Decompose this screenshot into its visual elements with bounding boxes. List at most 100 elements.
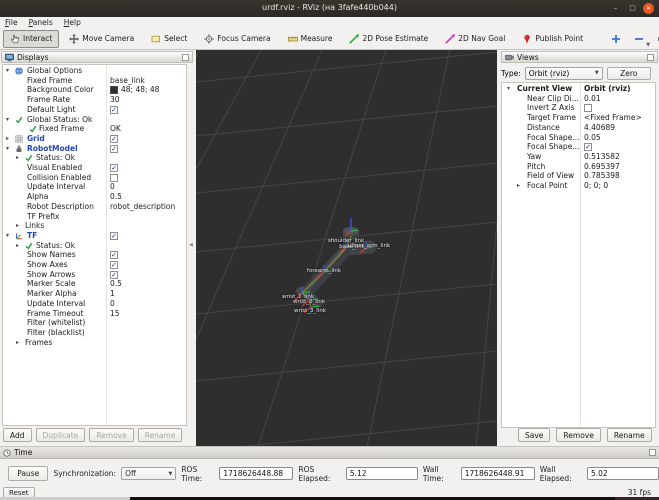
tree-row-filter-blacklist-[interactable]: Filter (blacklist) (3, 328, 186, 338)
property-value[interactable]: 0.5 (110, 279, 122, 289)
property-value[interactable]: Orbit (rviz) (584, 84, 631, 94)
expander-open-icon[interactable]: ▾ (6, 231, 9, 241)
remove-button[interactable]: Remove (556, 428, 601, 442)
synchronization-combo[interactable]: Off ▼ (121, 467, 177, 480)
property-value[interactable]: 0; 0; 0 (584, 181, 608, 191)
tree-row-marker-alpha[interactable]: Marker Alpha 1 (3, 289, 186, 299)
tree-row-focal-shape-[interactable]: Focal Shape... ✓ (502, 142, 655, 152)
tool-select[interactable]: Select (144, 30, 194, 48)
expander-open-icon[interactable]: ▾ (6, 66, 9, 76)
checkbox-unchecked[interactable] (584, 104, 592, 113)
tree-row-update-interval[interactable]: Update Interval 0 (3, 182, 186, 192)
minimize-button[interactable]: – (610, 3, 621, 14)
tool-interact[interactable]: Interact (3, 29, 60, 48)
tree-row-fixed-frame[interactable]: Fixed Frame base_link (3, 76, 186, 86)
tree-row-global-options[interactable]: ▾ Global Options (3, 66, 186, 76)
views-panel-header[interactable]: Views (501, 51, 658, 63)
tree-row-frame-rate[interactable]: Frame Rate 30 (3, 95, 186, 105)
tree-row-global-status-ok[interactable]: ▾ Global Status: Ok (3, 115, 186, 125)
checkbox-checked[interactable]: ✓ (110, 134, 118, 143)
expander-closed-icon[interactable]: ▸ (16, 221, 19, 231)
wall-time--field[interactable] (460, 467, 535, 480)
property-value[interactable]: <Fixed Frame> (584, 113, 642, 123)
rename-button[interactable]: Rename (606, 428, 652, 442)
3d-viewport[interactable]: shoulder_link base_link upper_arm_link fore… (196, 50, 497, 446)
ros-elapsed--field[interactable] (345, 467, 418, 480)
displays-tree[interactable]: ▾ Global Options Fixed Frame base_link Backg… (2, 64, 187, 426)
property-value[interactable]: 0 (110, 182, 115, 192)
menu-help[interactable]: Help (64, 18, 81, 27)
property-value[interactable]: 4.40689 (584, 123, 615, 133)
property-value[interactable]: 0.695397 (584, 162, 620, 172)
ros-time--field[interactable] (219, 467, 294, 480)
property-value[interactable]: 30 (110, 95, 120, 105)
expander-open-icon[interactable]: ▾ (6, 144, 9, 154)
tree-row-robot-description[interactable]: Robot Description robot_description (3, 202, 186, 212)
displays-panel-header[interactable]: Displays (1, 51, 193, 63)
menu-file[interactable]: File (5, 18, 18, 27)
tree-row-filter-whitelist-[interactable]: Filter (whitelist) (3, 318, 186, 328)
tree-row-target-frame[interactable]: Target Frame <Fixed Frame> (502, 113, 655, 123)
tree-row-invert-z-axis[interactable]: Invert Z Axis (502, 103, 655, 113)
tree-row-default-light[interactable]: Default Light ✓ (3, 105, 186, 115)
save-button[interactable]: Save (518, 428, 551, 442)
checkbox-checked[interactable]: ✓ (110, 270, 118, 279)
expander-closed-icon[interactable]: ▸ (16, 241, 19, 251)
expander-open-icon[interactable]: ▾ (6, 115, 9, 125)
tree-row-tf[interactable]: ▾ TF ✓ (3, 231, 186, 241)
wall-elapsed--field[interactable] (587, 467, 659, 480)
tool-move-camera[interactable]: Move Camera (62, 30, 141, 48)
tree-row-status-ok[interactable]: ▸ Status: Ok (3, 153, 186, 163)
property-value[interactable]: 0 (110, 299, 115, 309)
property-value[interactable]: 0.05 (584, 133, 601, 143)
tree-row-update-interval[interactable]: Update Interval 0 (3, 299, 186, 309)
tool-options-button[interactable]: ▼ (653, 32, 659, 46)
tree-row-frames[interactable]: ▸ Frames (3, 338, 186, 348)
tree-row-tf-prefix[interactable]: TF Prefix (3, 212, 186, 222)
tree-row-distance[interactable]: Distance 4.40689 (502, 123, 655, 133)
tree-row-yaw[interactable]: Yaw 0.513582 (502, 152, 655, 162)
tree-row-alpha[interactable]: Alpha 0.5 (3, 192, 186, 202)
tree-row-field-of-view[interactable]: Field of View 0.785398 (502, 171, 655, 181)
close-button[interactable]: ✕ (643, 3, 654, 14)
add-button[interactable]: Add (3, 428, 32, 442)
expander-closed-icon[interactable]: ▸ (517, 181, 520, 191)
zero-button[interactable]: Zero (606, 66, 651, 80)
expander-closed-icon[interactable]: ▸ (16, 338, 19, 348)
tree-row-collision-enabled[interactable]: Collision Enabled (3, 173, 186, 183)
tree-row-background-color[interactable]: Background Color 48; 48; 48 (3, 85, 186, 95)
checkbox-checked[interactable]: ✓ (110, 261, 118, 269)
tree-row-frame-timeout[interactable]: Frame Timeout 15 (3, 309, 186, 319)
tree-row-show-axes[interactable]: Show Axes ✓ (3, 260, 186, 270)
expander-open-icon[interactable]: ▾ (507, 84, 510, 94)
tree-row-fixed-frame[interactable]: Fixed Frame OK (3, 124, 186, 134)
tool-measure[interactable]: Measure (281, 30, 340, 48)
tree-row-current-view[interactable]: ▾ Current View Orbit (rviz) (502, 84, 655, 94)
property-value[interactable]: 0.5 (110, 192, 122, 202)
property-value[interactable]: 0.513582 (584, 152, 620, 162)
checkbox-checked[interactable]: ✓ (110, 164, 118, 172)
tree-row-focal-shape-[interactable]: Focal Shape... 0.05 (502, 133, 655, 143)
splitter-collapse-left[interactable]: ◀ (189, 242, 193, 248)
tree-row-grid[interactable]: ▸ Grid ✓ (3, 134, 186, 144)
checkbox-unchecked[interactable] (110, 173, 118, 182)
tree-row-status-ok[interactable]: ▸ Status: Ok (3, 241, 186, 251)
tree-row-robotmodel[interactable]: ▾ RobotModel ✓ (3, 144, 186, 154)
expander-closed-icon[interactable]: ▸ (16, 153, 19, 163)
views-tree[interactable]: ▾ Current View Orbit (rviz) Near Clip Di...… (501, 82, 656, 428)
property-value[interactable]: 15 (110, 309, 120, 319)
property-value[interactable]: robot_description (110, 202, 175, 212)
tree-row-near-clip-di-[interactable]: Near Clip Di... 0.01 (502, 94, 655, 104)
menu-panels[interactable]: Panels (29, 18, 53, 27)
tree-row-pitch[interactable]: Pitch 0.695397 (502, 162, 655, 172)
tool-focus-camera[interactable]: Focus Camera (197, 30, 277, 48)
property-value[interactable]: 1 (110, 289, 115, 299)
property-value[interactable]: 0.785398 (584, 171, 620, 181)
view-type-combo[interactable]: Orbit (rviz) ▼ (524, 66, 603, 80)
property-value[interactable]: base_link (110, 76, 145, 86)
titlebar[interactable]: urdf.rviz - RViz (на 3fafe440b044) – ▢ ✕ (0, 0, 659, 17)
tree-row-links[interactable]: ▸ Links (3, 221, 186, 231)
checkbox-checked[interactable]: ✓ (110, 144, 118, 153)
property-value[interactable]: OK (110, 124, 121, 134)
expander-closed-icon[interactable]: ▸ (6, 134, 9, 144)
